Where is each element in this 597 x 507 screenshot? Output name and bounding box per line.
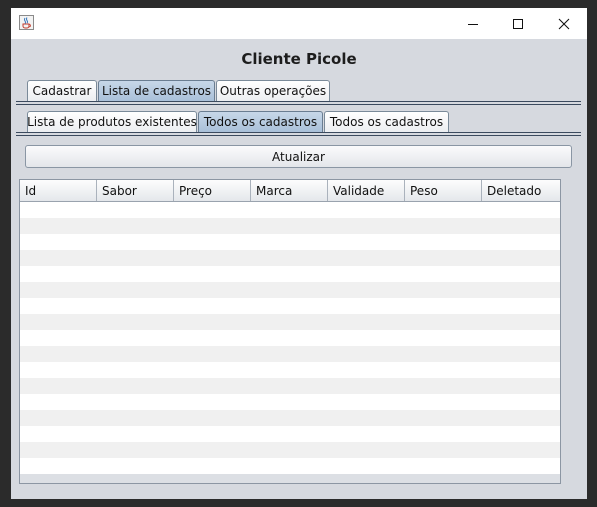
close-button[interactable] — [541, 8, 587, 39]
column-header-peso[interactable]: Peso — [405, 180, 482, 201]
minimize-icon — [468, 23, 478, 25]
table-row-stripe — [20, 298, 560, 314]
tab-todos-os-cadastros[interactable]: Todos os cadastros — [198, 111, 323, 132]
table-row-stripe — [20, 282, 560, 298]
tab-outras-operacoes[interactable]: Outras operações — [216, 80, 330, 101]
tab-lista-de-cadastros[interactable]: Lista de cadastros — [98, 80, 215, 101]
java-coffee-icon[interactable] — [19, 15, 34, 30]
subtab-divider — [16, 132, 581, 133]
table-row-stripe — [20, 458, 560, 474]
tab-divider — [16, 104, 581, 105]
table-row-stripe — [20, 218, 560, 234]
close-icon — [558, 18, 570, 29]
table-row-stripe — [20, 234, 560, 250]
atualizar-button[interactable]: Atualizar — [25, 145, 572, 168]
subtab-divider — [16, 135, 581, 136]
column-header-preco[interactable]: Preço — [174, 180, 251, 201]
table-row-stripe — [20, 330, 560, 346]
table-row-stripe — [20, 442, 560, 458]
tab-divider — [16, 101, 581, 102]
table-row-stripe — [20, 266, 560, 282]
table-row-stripe — [20, 410, 560, 426]
column-header-validade[interactable]: Validade — [328, 180, 405, 201]
title-bar[interactable] — [11, 8, 587, 39]
table-row-stripe — [20, 426, 560, 442]
records-table[interactable]: Id Sabor Preço Marca Validade Peso Delet… — [19, 179, 561, 484]
column-header-deletado[interactable]: Deletado — [482, 180, 560, 201]
column-header-marca[interactable]: Marca — [251, 180, 328, 201]
maximize-icon — [513, 18, 523, 29]
app-window: Cliente Picole Cadastrar Lista de cadast… — [11, 8, 587, 499]
page-title: Cliente Picole — [241, 50, 357, 68]
table-row-stripe — [20, 202, 560, 218]
table-row-stripe — [20, 250, 560, 266]
table-row-stripe — [20, 362, 560, 378]
tab-todos-os-cadastros-2[interactable]: Todos os cadastros — [324, 111, 449, 132]
column-header-id[interactable]: Id — [20, 180, 97, 201]
column-header-sabor[interactable]: Sabor — [97, 180, 174, 201]
table-row-stripe — [20, 314, 560, 330]
table-row-stripe — [20, 378, 560, 394]
table-header: Id Sabor Preço Marca Validade Peso Delet… — [20, 180, 560, 202]
tab-cadastrar[interactable]: Cadastrar — [27, 80, 97, 101]
tab-lista-de-produtos-existentes[interactable]: Lista de produtos existentes — [27, 111, 197, 132]
table-body[interactable] — [20, 202, 560, 474]
table-row-stripe — [20, 394, 560, 410]
maximize-button[interactable] — [495, 8, 541, 39]
minimize-button[interactable] — [450, 8, 496, 39]
table-row-stripe — [20, 346, 560, 362]
